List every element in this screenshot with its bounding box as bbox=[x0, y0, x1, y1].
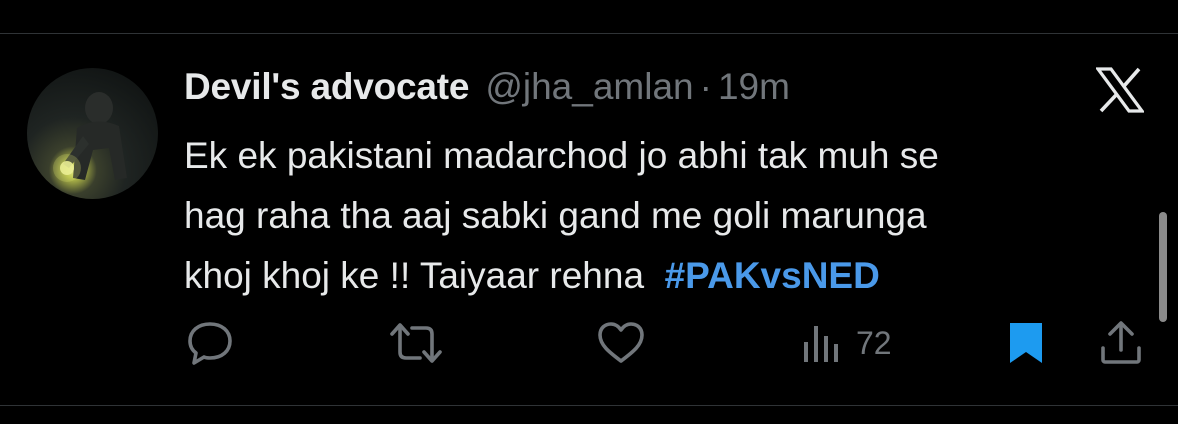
scrollbar-thumb[interactable] bbox=[1159, 212, 1167, 322]
views-chart-icon bbox=[804, 326, 838, 362]
like-button[interactable] bbox=[596, 318, 646, 368]
tweet-text: Ek ek pakistani madarchod jo abhi tak mu… bbox=[184, 126, 1144, 306]
display-name[interactable]: Devil's advocate bbox=[184, 66, 470, 108]
avatar-image bbox=[53, 92, 127, 182]
action-bar: 72 bbox=[0, 318, 1178, 368]
retweet-button[interactable] bbox=[388, 318, 444, 368]
top-divider bbox=[0, 33, 1178, 34]
avatar[interactable] bbox=[27, 68, 158, 199]
tweet-time[interactable]: 19m bbox=[718, 66, 790, 108]
tweet-screen: Devil's advocate @jha_amlan · 19m Ek ek … bbox=[0, 0, 1178, 424]
bookmark-filled-icon bbox=[1010, 323, 1042, 363]
reply-icon bbox=[188, 322, 232, 365]
retweet-icon bbox=[390, 323, 442, 363]
hashtag-link[interactable]: #PAKvsNED bbox=[665, 255, 880, 296]
heart-icon bbox=[598, 322, 644, 363]
bookmark-button[interactable] bbox=[1004, 318, 1048, 368]
views-count: 72 bbox=[856, 324, 892, 361]
reply-button[interactable] bbox=[186, 318, 234, 368]
views-button[interactable]: 72 bbox=[800, 318, 892, 368]
share-icon bbox=[1101, 321, 1141, 364]
separator-dot: · bbox=[699, 66, 712, 107]
x-logo-icon bbox=[1094, 67, 1146, 113]
bottom-divider bbox=[0, 405, 1178, 406]
user-handle[interactable]: @jha_amlan bbox=[485, 66, 693, 108]
share-button[interactable] bbox=[1098, 318, 1144, 368]
tweet-header: Devil's advocate @jha_amlan · 19m bbox=[184, 66, 790, 114]
